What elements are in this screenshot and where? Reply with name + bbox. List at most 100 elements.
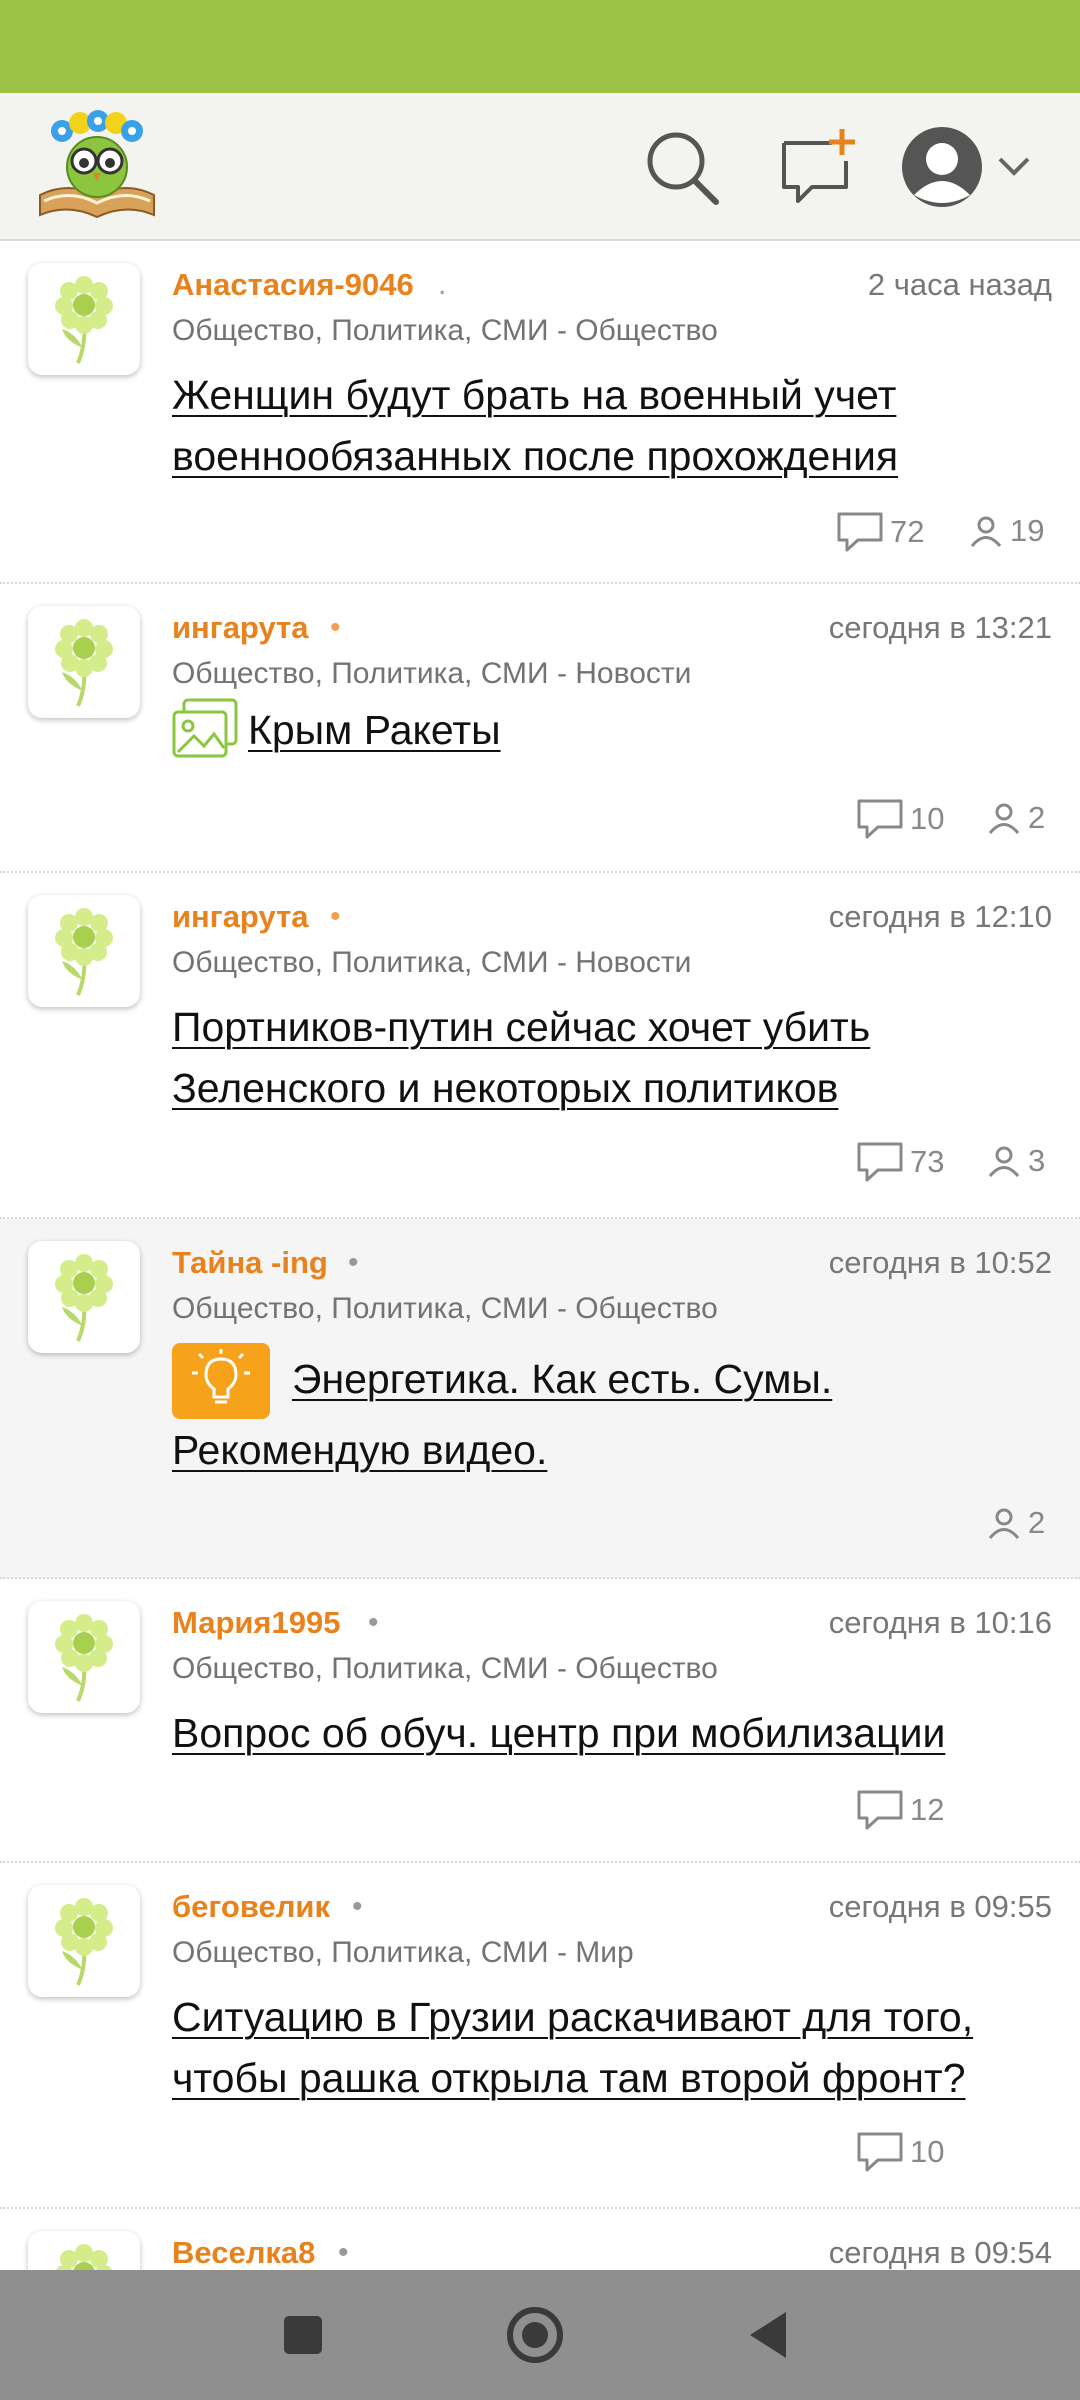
post-category[interactable]: Общество, Политика, СМИ - Новости — [172, 654, 691, 694]
post-category[interactable]: Общество, Политика, СМИ - Общество — [172, 1289, 718, 1329]
post-title-line: чтобы рашка открыла там второй фронт? — [172, 2055, 966, 2101]
person-icon — [988, 1146, 1020, 1177]
online-dot: . — [438, 268, 447, 301]
comment-count: 72 — [836, 511, 924, 553]
app-header — [0, 93, 1080, 241]
user-avatar[interactable] — [28, 895, 140, 1007]
post-title-line: Вопрос об обуч. центр при мобилизации — [172, 1710, 946, 1756]
online-dot: • — [348, 1246, 359, 1279]
post-time: сегодня в 13:21 — [828, 610, 1052, 645]
circle-icon[interactable] — [500, 2300, 570, 2370]
post-title[interactable]: Ситуацию в Грузии раскачивают для того, … — [172, 1987, 1052, 2109]
user-avatar[interactable] — [28, 606, 140, 718]
square-icon[interactable] — [268, 2300, 338, 2370]
participant-count-value: 2 — [1028, 800, 1046, 835]
post-time: сегодня в 09:54 — [828, 2235, 1052, 2270]
author-name[interactable]: беговелик — [172, 1887, 330, 1927]
online-dot: • — [338, 2236, 349, 2269]
post-item[interactable]: ингарута • сегодня в 13:21 Общество, Пол… — [0, 584, 1080, 873]
user-avatar[interactable] — [28, 2231, 140, 2270]
comment-count: 10 — [856, 2131, 944, 2173]
post-title-line: военнообязанных после прохождения — [172, 433, 899, 479]
post-category[interactable]: Общество, Политика, СМИ - Общество — [172, 311, 718, 351]
participant-count-value: 2 — [1028, 1505, 1046, 1540]
post-item[interactable]: Тайна -ing • сегодня в 10:52 Общество, П… — [0, 1219, 1080, 1579]
participant-count-value: 19 — [1010, 513, 1045, 548]
status-bar — [0, 0, 1080, 93]
image-attachment-icon — [172, 698, 238, 758]
post-time: 2 часа назад — [867, 267, 1052, 302]
author-name[interactable]: Тайна -ing — [172, 1243, 328, 1283]
post-title[interactable]: Энергетика. Как есть. Сумы. Рекомендую в… — [172, 1349, 1052, 1481]
post-time: сегодня в 10:16 — [828, 1605, 1052, 1640]
online-dot: • — [352, 1890, 363, 1923]
post-item[interactable]: ингарута • сегодня в 12:10 Общество, Пол… — [0, 873, 1080, 1219]
post-title[interactable]: Вопрос об обуч. центр при мобилизации — [172, 1703, 1052, 1764]
post-item[interactable]: Анастасия-9046 . 2 часа назад Общество, … — [0, 241, 1080, 584]
comment-icon — [857, 799, 903, 839]
flower-icon — [55, 1254, 113, 1342]
comment-count-value: 12 — [910, 1792, 945, 1827]
post-item[interactable]: Веселка8 • сегодня в 09:54 — [0, 2209, 1080, 2270]
post-title-line: Портников-путин сейчас хочет убить — [172, 1004, 871, 1050]
online-dot: • — [368, 1606, 379, 1639]
post-time: сегодня в 10:52 — [828, 1245, 1052, 1280]
post-time: сегодня в 12:10 — [828, 899, 1052, 934]
topic-feed: Анастасия-9046 . 2 часа назад Общество, … — [0, 241, 1080, 2270]
comment-icon — [857, 1142, 903, 1182]
post-category[interactable]: Общество, Политика, СМИ - Общество — [172, 1649, 718, 1689]
comment-count: 10 — [856, 798, 944, 840]
system-nav-bar — [0, 2270, 1080, 2400]
user-avatar[interactable] — [28, 263, 140, 375]
post-title-line: Женщин будут брать на военный учет — [172, 372, 897, 418]
user-avatar[interactable] — [28, 1885, 140, 1997]
comment-count-value: 73 — [910, 1144, 945, 1179]
online-dot: • — [330, 611, 341, 644]
flower-icon — [55, 619, 113, 707]
post-title[interactable]: Портников-путин сейчас хочет убить Зелен… — [172, 997, 1052, 1119]
comment-count: 73 — [856, 1141, 944, 1183]
search-icon[interactable] — [640, 125, 724, 209]
comment-count-value: 72 — [890, 514, 925, 549]
profile-avatar-icon[interactable] — [898, 119, 1058, 215]
comment-count: 12 — [856, 1789, 944, 1831]
owl-on-book-logo[interactable] — [34, 109, 160, 225]
person-icon — [988, 803, 1020, 834]
post-title-line: Крым Ракеты — [248, 707, 501, 753]
triangle-back-icon[interactable] — [734, 2300, 804, 2370]
flower-icon — [55, 1898, 113, 1986]
post-title[interactable]: Женщин будут брать на военный учет военн… — [172, 365, 1052, 487]
comment-count-value: 10 — [910, 2134, 945, 2169]
author-name[interactable]: Мария1995 — [172, 1603, 341, 1643]
author-name[interactable]: ингарута — [172, 897, 309, 937]
post-title[interactable]: Крым Ракеты — [248, 700, 1080, 761]
post-item[interactable]: беговелик • сегодня в 09:55 Общество, По… — [0, 1863, 1080, 2209]
author-name[interactable]: ингарута — [172, 608, 309, 648]
post-category[interactable]: Общество, Политика, СМИ - Мир — [172, 1933, 634, 1973]
person-icon — [988, 1508, 1020, 1539]
post-item[interactable]: Мария1995 • сегодня в 10:16 Общество, По… — [0, 1579, 1080, 1863]
participant-count-value: 3 — [1028, 1143, 1046, 1178]
comment-icon — [837, 512, 883, 552]
new-message-icon[interactable] — [776, 125, 860, 209]
post-category[interactable]: Общество, Политика, СМИ - Новости — [172, 943, 691, 983]
participant-count: 2 — [986, 1503, 1045, 1543]
participant-count: 2 — [986, 798, 1045, 838]
user-avatar[interactable] — [28, 1601, 140, 1713]
participant-count: 19 — [968, 511, 1044, 551]
user-avatar[interactable] — [28, 1241, 140, 1353]
comment-count-value: 10 — [910, 801, 945, 836]
post-title-line: Зеленского и некоторых политиков — [172, 1065, 839, 1111]
online-dot: • — [330, 900, 341, 933]
flower-icon — [55, 2244, 113, 2270]
author-name[interactable]: Анастасия-9046 — [172, 265, 414, 305]
comment-icon — [857, 1790, 903, 1830]
flower-icon — [55, 1614, 113, 1702]
flower-icon — [55, 908, 113, 996]
comment-icon — [857, 2132, 903, 2172]
participant-count: 3 — [986, 1141, 1045, 1181]
post-title-line: Рекомендую видео. — [172, 1427, 548, 1473]
post-time: сегодня в 09:55 — [828, 1889, 1052, 1924]
author-name[interactable]: Веселка8 — [172, 2233, 315, 2270]
post-title-line: Энергетика. Как есть. Сумы. — [292, 1356, 833, 1402]
